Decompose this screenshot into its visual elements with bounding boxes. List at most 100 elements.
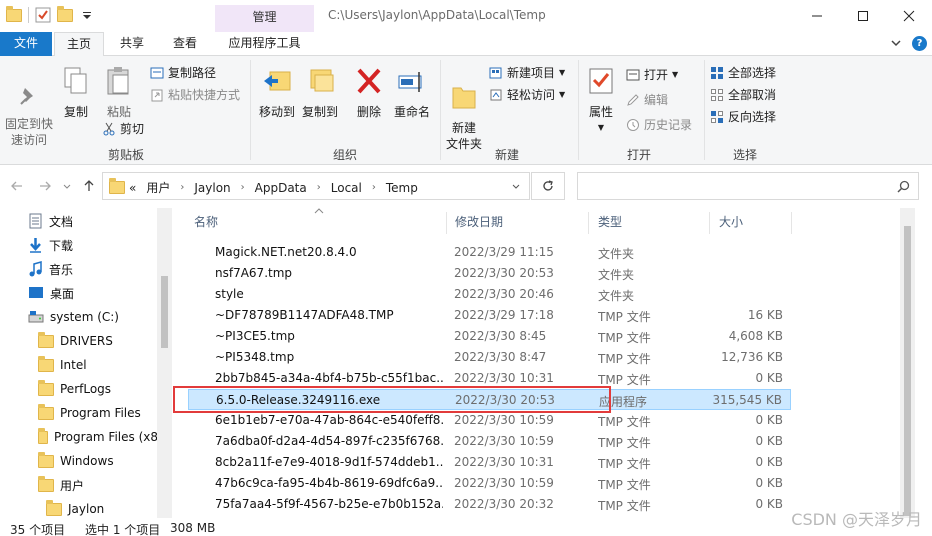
qat-dropdown-icon[interactable] xyxy=(79,7,95,23)
easy-access-button[interactable]: 轻松访问 ▼ xyxy=(489,85,565,105)
copy-path-button[interactable]: 复制路径 xyxy=(150,63,216,83)
file-size: 0 KB xyxy=(755,497,783,511)
ribbon-collapse-icon[interactable] xyxy=(890,37,902,49)
paste-shortcut-button[interactable]: 粘贴快捷方式 xyxy=(150,85,240,105)
paste-icon xyxy=(107,67,129,95)
breadcrumb-overflow[interactable]: « xyxy=(129,181,136,195)
history-button[interactable]: 历史记录 xyxy=(626,115,692,135)
copy-icon xyxy=(64,67,87,94)
copy-button[interactable]: 复制 xyxy=(58,66,94,120)
nav-item-perflogs[interactable]: PerfLogs xyxy=(38,378,111,400)
breadcrumb-item[interactable]: Jaylon xyxy=(194,181,230,195)
column-divider[interactable] xyxy=(446,212,447,234)
nav-item-system-drive[interactable]: system (C:) xyxy=(28,306,119,328)
breadcrumb-item[interactable]: 用户 xyxy=(146,179,170,196)
nav-item-downloads[interactable]: 下载 xyxy=(28,234,73,256)
select-none-label: 全部取消 xyxy=(728,88,777,102)
back-arrow-icon[interactable] xyxy=(10,179,24,193)
address-bar[interactable]: « 用户 › Jaylon › AppData › Local › Temp xyxy=(102,172,530,200)
nav-item-drivers[interactable]: DRIVERS xyxy=(38,330,113,352)
delete-button[interactable]: 删除 xyxy=(352,66,386,120)
help-icon[interactable]: ? xyxy=(912,36,927,51)
delete-label: 删除 xyxy=(356,105,381,119)
select-all-button[interactable]: 全部选择 xyxy=(710,63,776,83)
move-to-icon xyxy=(264,71,291,91)
copy-to-button[interactable]: 复制到 xyxy=(298,66,342,120)
file-row[interactable]: 6e1b1eb7-e70a-47ab-864c-e540feff8... 2022… xyxy=(188,410,791,431)
chevron-right-icon[interactable]: › xyxy=(180,182,184,193)
nav-item-desktop[interactable]: 桌面 xyxy=(28,282,74,304)
open-button[interactable]: 打开 ▼ xyxy=(626,65,678,85)
close-button[interactable] xyxy=(886,0,932,32)
file-row[interactable]: 75fa7aa4-5f9f-4567-b25e-e7b0b152a... 2022… xyxy=(188,494,791,515)
file-row[interactable]: Magick.NET.net20.8.4.0 2022/3/29 11:15 文件夹 xyxy=(188,242,791,263)
column-divider[interactable] xyxy=(709,212,710,234)
nav-scrollbar[interactable] xyxy=(157,208,172,518)
breadcrumb-item[interactable]: AppData xyxy=(255,181,307,195)
folder-icon xyxy=(6,5,22,22)
file-row[interactable]: 8cb2a11f-e7e9-4018-9d1f-574ddeb1... 2022/… xyxy=(188,452,791,473)
nav-item-jaylon[interactable]: Jaylon xyxy=(46,498,104,520)
tab-share[interactable]: 共享 xyxy=(108,32,156,56)
search-input[interactable] xyxy=(577,172,919,200)
nav-item-windows[interactable]: Windows xyxy=(38,450,114,472)
column-header-type[interactable]: 类型 xyxy=(598,208,622,236)
properties-button[interactable]: 属性 ▼ xyxy=(584,66,618,136)
refresh-button[interactable] xyxy=(531,172,565,200)
recent-dropdown-icon[interactable] xyxy=(62,179,72,193)
tab-file[interactable]: 文件 xyxy=(0,32,52,56)
file-list-scrollbar-thumb[interactable] xyxy=(904,226,911,516)
file-list-scrollbar[interactable] xyxy=(900,208,915,518)
nav-item-program-files[interactable]: Program Files xyxy=(38,402,141,424)
pin-quick-access-button[interactable]: 固定到快 速访问 xyxy=(4,68,54,164)
move-to-button[interactable]: 移动到 xyxy=(256,66,298,120)
up-arrow-icon[interactable] xyxy=(82,179,96,193)
new-folder-icon[interactable] xyxy=(57,5,73,22)
nav-item-users[interactable]: 用户 xyxy=(38,474,84,496)
nav-label: Windows xyxy=(60,454,114,468)
tab-home[interactable]: 主页 xyxy=(54,32,104,57)
nav-item-intel[interactable]: Intel xyxy=(38,354,87,376)
tab-app-tools[interactable]: 应用程序工具 xyxy=(215,32,314,56)
maximize-button[interactable] xyxy=(840,0,886,32)
breadcrumb-item[interactable]: Local xyxy=(331,181,362,195)
rename-button[interactable]: 重命名 xyxy=(390,66,434,120)
minimize-button[interactable] xyxy=(794,0,840,32)
invert-selection-button[interactable]: 反向选择 xyxy=(710,107,776,127)
context-tab-manage[interactable]: 管理 xyxy=(215,5,314,32)
file-row[interactable]: style 2022/3/30 20:46 文件夹 xyxy=(188,284,791,305)
file-row[interactable]: ~PI5348.tmp 2022/3/30 8:47 TMP 文件 12,736 KB xyxy=(188,347,791,368)
select-none-button[interactable]: 全部取消 xyxy=(710,85,776,105)
chevron-right-icon[interactable]: › xyxy=(372,182,376,193)
address-dropdown-icon[interactable] xyxy=(511,182,521,192)
chevron-right-icon[interactable]: › xyxy=(241,182,245,193)
column-header-name[interactable]: 名称 xyxy=(194,208,218,236)
column-divider[interactable] xyxy=(588,212,589,234)
new-folder-button[interactable]: 新建 文件夹 xyxy=(444,66,484,168)
organize-group-label: 组织 xyxy=(332,148,357,162)
chevron-right-icon[interactable]: › xyxy=(317,182,321,193)
column-header-date[interactable]: 修改日期 xyxy=(455,208,503,236)
edit-button[interactable]: 编辑 xyxy=(626,90,668,110)
column-divider[interactable] xyxy=(791,212,792,234)
file-row[interactable]: ~DF78789B1147ADFA48.TMP 2022/3/29 17:18 TM… xyxy=(188,305,791,326)
file-row[interactable]: 47b6c9ca-fa95-4b4b-8619-69dfc6a9... 2022/… xyxy=(188,473,791,494)
tab-view[interactable]: 查看 xyxy=(160,32,210,56)
column-header-size[interactable]: 大小 xyxy=(719,208,743,236)
nav-item-music[interactable]: 音乐 xyxy=(28,258,73,280)
cut-button[interactable]: 剪切 xyxy=(102,119,144,139)
paste-shortcut-label: 粘贴快捷方式 xyxy=(168,88,241,102)
forward-arrow-icon[interactable] xyxy=(38,179,52,193)
breadcrumb-item[interactable]: Temp xyxy=(386,181,418,195)
nav-item-program-files-x86[interactable]: Program Files (x8 xyxy=(38,426,158,448)
paste-button[interactable]: 粘贴 xyxy=(100,66,138,120)
file-row[interactable]: nsf7A67.tmp 2022/3/30 20:53 文件夹 xyxy=(188,263,791,284)
properties-label: 属性 xyxy=(588,105,613,119)
new-group-label: 新建 xyxy=(494,148,519,162)
file-row[interactable]: 7a6dba0f-d2a4-4d54-897f-c235f6768... 2022… xyxy=(188,431,791,452)
nav-scrollbar-thumb[interactable] xyxy=(161,276,168,348)
new-item-button[interactable]: 新建项目 ▼ xyxy=(489,63,565,83)
nav-item-documents[interactable]: 文档 xyxy=(28,210,73,232)
file-row[interactable]: ~PI3CE5.tmp 2022/3/30 8:45 TMP 文件 4,608 KB xyxy=(188,326,791,347)
properties-check-icon[interactable] xyxy=(35,7,51,23)
